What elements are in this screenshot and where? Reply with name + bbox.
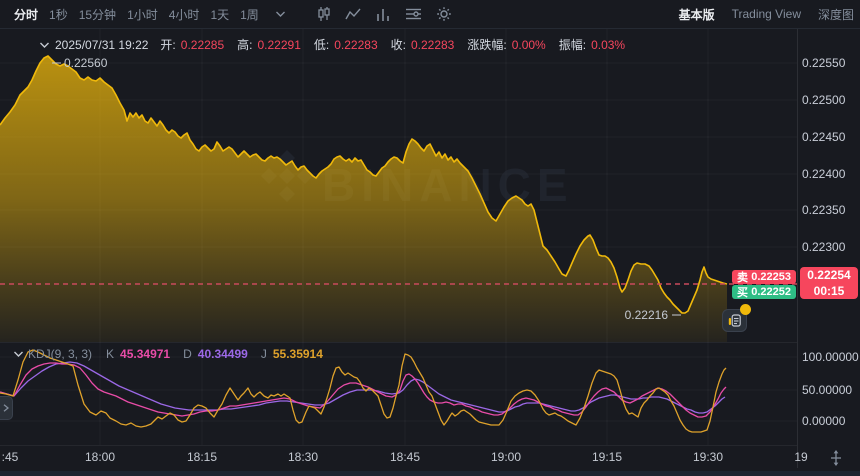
notification-dot	[740, 304, 751, 315]
change-value: 0.00%	[512, 38, 546, 52]
chart-canvas: BINANCE	[0, 0, 860, 476]
tab-basic-version[interactable]: 基本版	[679, 6, 715, 23]
kdj-k-label: K	[106, 347, 114, 361]
interval-tab-1w[interactable]: 1周	[240, 6, 259, 23]
gear-icon[interactable]	[429, 3, 459, 25]
axis-scale-icon[interactable]	[822, 448, 850, 468]
price-axis-label: 0.22500	[802, 93, 858, 107]
toolbar-icon-group	[309, 3, 459, 25]
time-axis-label: :45	[2, 450, 19, 464]
line-chart-icon[interactable]	[339, 3, 369, 25]
tab-tradingview[interactable]: Trading View	[732, 7, 801, 21]
open-label: 开:	[160, 36, 175, 53]
low-label: 低:	[314, 36, 329, 53]
bottom-strip	[0, 471, 860, 476]
interval-tab-1h[interactable]: 1小时	[127, 6, 158, 23]
candle-datetime: 2025/07/31 19:22	[55, 38, 148, 52]
sell-price-badge[interactable]: 卖 0.22253	[732, 270, 796, 284]
open-value: 0.22285	[181, 38, 224, 52]
trading-chart-app: BINANCE 分时 1秒 15分钟 1小时 4小时 1天 1周	[0, 0, 860, 476]
kdj-indicator-header: KDJ(9, 3, 3) K 45.34971 D 40.34499 J 55.359…	[14, 347, 336, 361]
chart-toolbar: 分时 1秒 15分钟 1小时 4小时 1天 1周	[0, 0, 860, 29]
interval-tab-4h[interactable]: 4小时	[169, 6, 200, 23]
price-area-fill	[0, 56, 727, 342]
time-axis-label: 18:15	[187, 450, 217, 464]
interval-tab-1d[interactable]: 1天	[210, 6, 229, 23]
kdj-axis-label: 0.00000	[802, 414, 858, 428]
change-label: 涨跌幅:	[467, 36, 506, 53]
price-axis-label: 0.22450	[802, 130, 858, 144]
buy-price: 0.22252	[751, 286, 791, 298]
close-label: 收:	[391, 36, 406, 53]
kdj-j-value: 55.35914	[273, 347, 323, 361]
kdj-d-value: 40.34499	[198, 347, 248, 361]
interval-dropdown-caret-icon[interactable]	[276, 11, 285, 17]
collapse-chevron-icon[interactable]	[40, 42, 49, 48]
interval-tab-fenshi[interactable]: 分时	[14, 6, 38, 23]
chart-settings-icon[interactable]	[399, 3, 429, 25]
interval-tab-1s[interactable]: 1秒	[49, 6, 68, 23]
kdj-k-value: 45.34971	[120, 347, 170, 361]
price-axis-label: 0.22350	[802, 203, 858, 217]
candle-countdown: 00:15	[800, 283, 858, 299]
high-label: 高:	[237, 36, 252, 53]
session-high-label: 0.22560	[64, 56, 107, 70]
last-price-badge: 0.22254 00:15	[800, 267, 858, 299]
pane-divider[interactable]	[0, 342, 797, 343]
price-axis-label: 0.22300	[802, 240, 858, 254]
time-axis-label: 18:30	[288, 450, 318, 464]
time-axis-divider	[0, 445, 797, 446]
low-value: 0.22283	[334, 38, 377, 52]
buy-price-badge[interactable]: 买 0.22252	[732, 285, 796, 299]
pane-expander-button[interactable]	[0, 396, 13, 420]
tab-depth-chart[interactable]: 深度图	[818, 6, 854, 23]
amplitude-label: 振幅:	[559, 36, 586, 53]
price-axis-label: 0.22400	[802, 167, 858, 181]
interval-tab-15m[interactable]: 15分钟	[79, 6, 116, 23]
kdj-axis-label: 50.00000	[802, 383, 858, 397]
price-axis-divider	[797, 29, 798, 468]
session-low-label: 0.22216	[620, 308, 668, 322]
high-value: 0.22291	[258, 38, 301, 52]
buy-label: 买	[737, 284, 748, 300]
time-axis-label: 19:15	[592, 450, 622, 464]
amplitude-value: 0.03%	[591, 38, 625, 52]
kdj-collapse-chevron-icon[interactable]	[14, 351, 23, 357]
time-axis-label: 19:30	[693, 450, 723, 464]
last-price-value: 0.22254	[800, 267, 858, 283]
kdj-line-j	[0, 350, 726, 432]
sell-buy-badges: 卖 0.22253 买 0.22252	[732, 270, 796, 300]
time-axis-label: 19	[794, 450, 807, 464]
sell-label: 卖	[737, 269, 748, 285]
toolbar-right-group: 基本版 Trading View 深度图	[662, 6, 854, 23]
kdj-j-label: J	[261, 347, 267, 361]
kdj-title: KDJ(9, 3, 3)	[28, 347, 92, 361]
time-axis-label: 19:00	[491, 450, 521, 464]
candlestick-icon[interactable]	[309, 3, 339, 25]
kdj-d-label: D	[183, 347, 192, 361]
kdj-axis-label: 100.00000	[802, 350, 858, 364]
indicators-icon[interactable]	[369, 3, 399, 25]
sell-price: 0.22253	[751, 271, 791, 283]
close-value: 0.22283	[411, 38, 454, 52]
time-axis-label: 18:45	[390, 450, 420, 464]
time-axis-label: 18:00	[85, 450, 115, 464]
price-axis-label: 0.22550	[802, 56, 858, 70]
ohlc-info-bar: 2025/07/31 19:22 开: 0.22285 高: 0.22291 低: 0…	[40, 36, 638, 53]
